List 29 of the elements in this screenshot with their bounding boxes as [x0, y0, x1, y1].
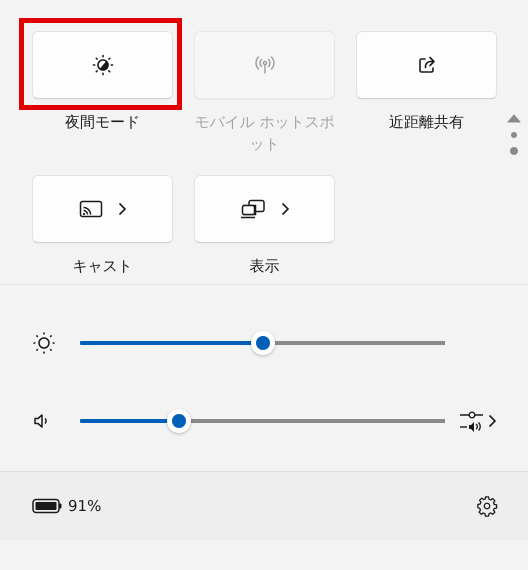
antenna-icon	[252, 55, 276, 75]
expand-tile-button[interactable]	[194, 175, 335, 243]
slider-thumb[interactable]	[250, 331, 274, 355]
tile-label: 表示	[250, 256, 280, 277]
audio-output-button[interactable]	[459, 410, 497, 432]
slider-thumb[interactable]	[166, 409, 191, 433]
battery-icon	[32, 498, 62, 514]
expand-tile-button[interactable]	[32, 175, 173, 243]
share-icon	[416, 55, 436, 75]
toggle-tile-button[interactable]	[32, 31, 173, 99]
page-dot[interactable]	[510, 147, 518, 155]
page-dot[interactable]	[511, 132, 517, 138]
brightness-icon	[32, 331, 56, 355]
tile-label: キャスト	[72, 256, 132, 277]
sound-mixer-icon	[459, 410, 483, 432]
settings-icon	[476, 495, 498, 517]
tile-label: 近距離共有	[389, 112, 464, 133]
cast-icon	[78, 200, 102, 218]
page-up-icon[interactable]	[507, 114, 521, 123]
settings-button[interactable]	[476, 495, 498, 517]
chevron-right-icon	[487, 414, 497, 428]
chevron-right-icon	[280, 202, 290, 216]
toggle-tile-button[interactable]	[356, 31, 497, 99]
screens-icon	[240, 199, 266, 219]
chevron-right-icon	[116, 202, 126, 216]
tile-label: 夜間モード	[65, 112, 140, 133]
battery-percentage: 91%	[68, 497, 102, 515]
night-light-icon	[92, 54, 114, 76]
tile-label: モバイル ホットスポット	[194, 112, 335, 155]
